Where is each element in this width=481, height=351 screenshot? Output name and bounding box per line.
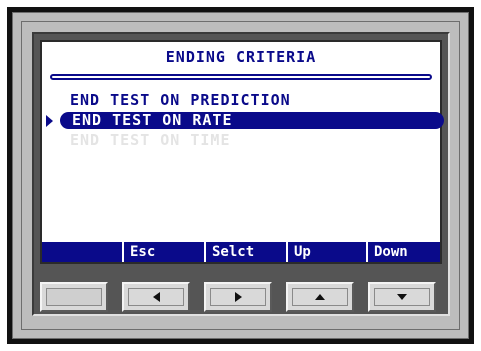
title-divider [50,74,432,80]
left-arrow-icon [152,292,160,302]
softkey-button-esc[interactable] [122,282,190,312]
softkey-label-1 [42,242,122,262]
up-arrow-icon [315,294,325,300]
softkey-label-esc: Esc [122,242,204,262]
softkey-label-up: Up [286,242,366,262]
softkey-button-selct[interactable] [204,282,272,312]
softkey-button-down[interactable] [368,282,436,312]
down-arrow-icon [397,294,407,300]
softkey-button-1[interactable] [40,282,108,312]
right-arrow-icon [234,292,242,302]
menu-item-end-test-on-rate[interactable]: END TEST ON RATE [60,112,444,129]
lcd-screen: ENDING CRITERIA END TEST ON PREDICTION E… [40,40,444,264]
softkey-bar: Esc Selct Up Down [42,242,440,262]
softkey-label-selct: Selct [204,242,286,262]
selection-pointer-icon [46,115,53,127]
screen-title: ENDING CRITERIA [165,48,317,66]
blank-icon [46,288,102,306]
menu-item-end-test-on-time[interactable]: END TEST ON TIME [70,132,231,149]
softkey-button-up[interactable] [286,282,354,312]
menu-item-end-test-on-prediction[interactable]: END TEST ON PREDICTION [70,92,291,109]
softkey-label-down: Down [366,242,440,262]
